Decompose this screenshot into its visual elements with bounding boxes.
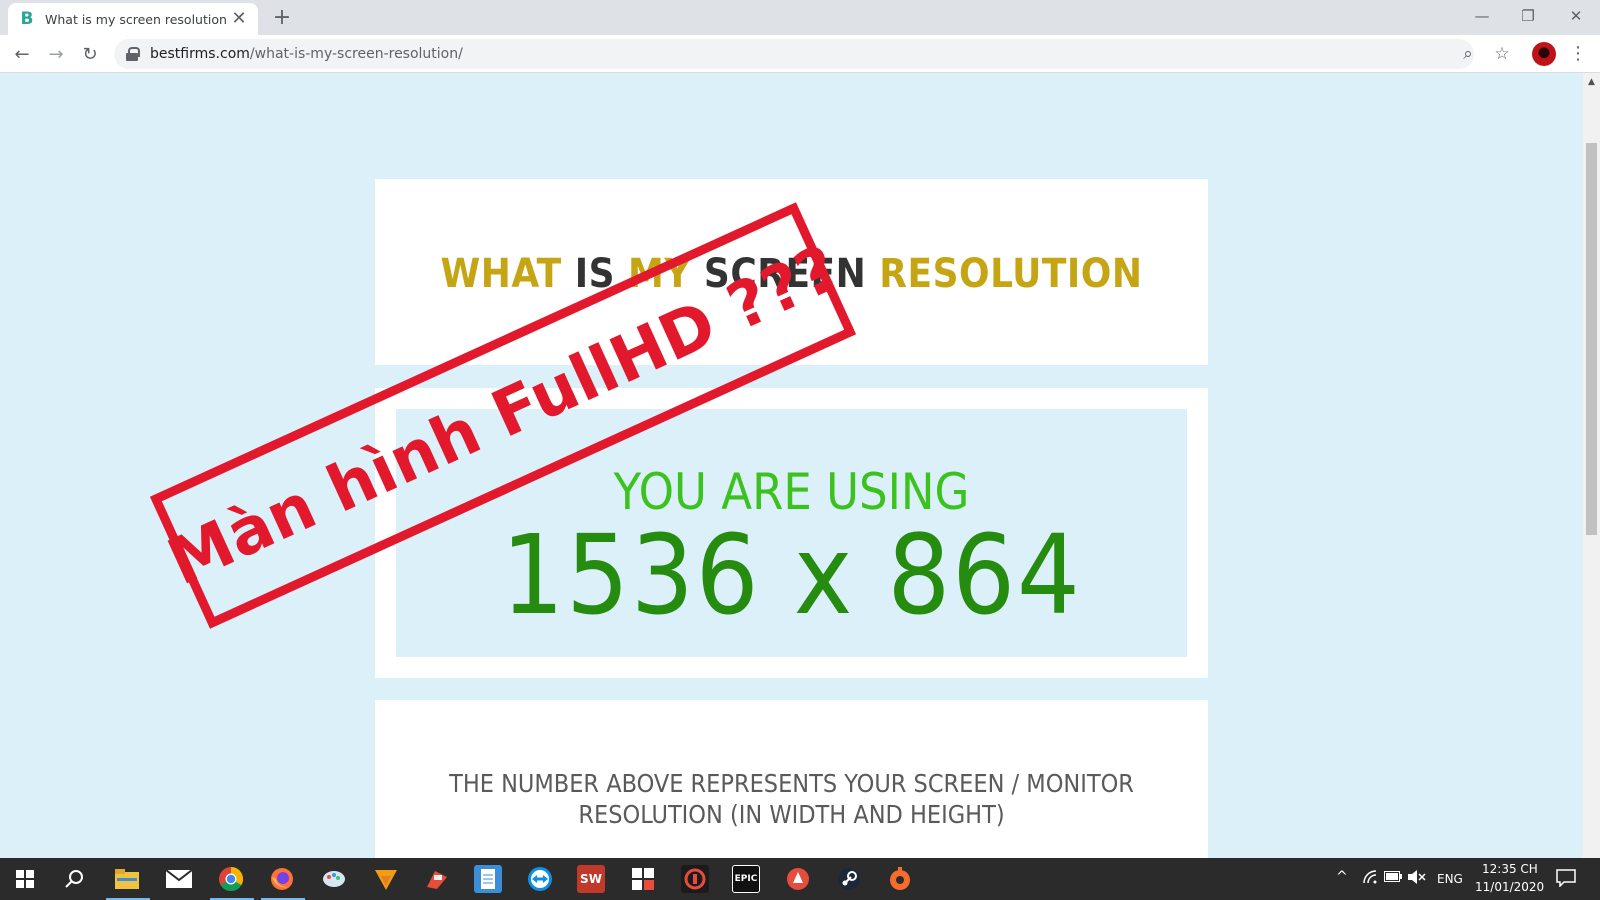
- vlc-icon[interactable]: [372, 865, 400, 893]
- browser-toolbar: ← → ↻ bestfirms.com/what-is-my-screen-re…: [0, 35, 1600, 73]
- wifi-icon[interactable]: [1362, 869, 1378, 888]
- forward-arrow-icon[interactable]: →: [43, 42, 69, 68]
- reload-icon[interactable]: ↻: [77, 42, 103, 68]
- paint-icon[interactable]: [320, 865, 348, 893]
- firefox-icon[interactable]: [268, 865, 296, 893]
- search-icon[interactable]: [60, 865, 88, 893]
- vertical-scrollbar[interactable]: ▲: [1583, 73, 1600, 858]
- chrome-icon[interactable]: [217, 865, 245, 893]
- volume-muted-icon[interactable]: [1408, 869, 1426, 888]
- mail-icon[interactable]: [165, 865, 193, 893]
- site-favicon-icon: B: [18, 10, 36, 28]
- scroll-up-arrow-icon[interactable]: ▲: [1583, 75, 1600, 89]
- resolution-value: 1536 x 864: [501, 511, 1082, 639]
- browser-tab[interactable]: B What is my screen resolution ✕: [8, 3, 258, 35]
- browser-menu-icon[interactable]: ⋮: [1565, 41, 1591, 67]
- minimize-button[interactable]: —: [1462, 4, 1502, 28]
- battery-icon[interactable]: [1384, 871, 1402, 885]
- close-window-button[interactable]: ✕: [1556, 4, 1596, 28]
- origin-icon[interactable]: [886, 865, 914, 893]
- notepad-icon[interactable]: [474, 865, 502, 893]
- language-indicator[interactable]: ENG: [1437, 872, 1463, 886]
- address-bar[interactable]: bestfirms.com/what-is-my-screen-resoluti…: [114, 39, 1474, 69]
- tray-expand-icon[interactable]: ^: [1336, 869, 1348, 885]
- teamviewer-icon[interactable]: [526, 865, 554, 893]
- heading-word: WHAT: [440, 251, 562, 297]
- page-viewport: WHAT IS MY SCREEN RESOLUTION YOU ARE USI…: [0, 73, 1583, 858]
- file-explorer-icon[interactable]: [113, 865, 141, 893]
- epic-games-icon[interactable]: EPIC: [732, 865, 760, 893]
- info-text: THE NUMBER ABOVE REPRESENTS YOUR SCREEN …: [449, 769, 1134, 829]
- tab-close-icon[interactable]: ✕: [230, 10, 248, 28]
- new-tab-button[interactable]: +: [270, 6, 294, 30]
- heading-word: RESOLUTION: [879, 251, 1143, 297]
- zoom-icon[interactable]: ⌕: [1455, 41, 1481, 67]
- sw2016-icon[interactable]: SW: [577, 865, 605, 893]
- restore-button[interactable]: ❐: [1508, 4, 1548, 28]
- steam-icon[interactable]: [835, 865, 863, 893]
- url-host: bestfirms.com: [150, 46, 250, 62]
- bookmark-star-icon[interactable]: ☆: [1489, 41, 1515, 67]
- windows-taskbar: SW EPIC ^ ENG 12:35 CH 11/01/2020: [0, 858, 1600, 900]
- windows-start-icon[interactable]: [11, 865, 39, 893]
- url-path: /what-is-my-screen-resolution/: [249, 46, 463, 62]
- garena-icon[interactable]: [681, 865, 709, 893]
- clock-date[interactable]: 11/01/2020: [1475, 880, 1544, 894]
- back-arrow-icon[interactable]: ←: [9, 42, 35, 68]
- scroll-thumb[interactable]: [1586, 143, 1597, 535]
- info-card: THE NUMBER ABOVE REPRESENTS YOUR SCREEN …: [375, 700, 1208, 858]
- game-app-icon[interactable]: [784, 865, 812, 893]
- tab-strip: B What is my screen resolution ✕ + — ❐ ✕: [0, 0, 1600, 35]
- notification-icon[interactable]: [1556, 869, 1576, 890]
- calculator-icon[interactable]: [629, 865, 657, 893]
- clock-time[interactable]: 12:35 CH: [1482, 862, 1538, 876]
- profile-avatar[interactable]: [1532, 42, 1556, 66]
- lock-icon[interactable]: [126, 47, 140, 61]
- tab-title: What is my screen resolution: [45, 11, 227, 27]
- app-brush-icon[interactable]: [423, 865, 451, 893]
